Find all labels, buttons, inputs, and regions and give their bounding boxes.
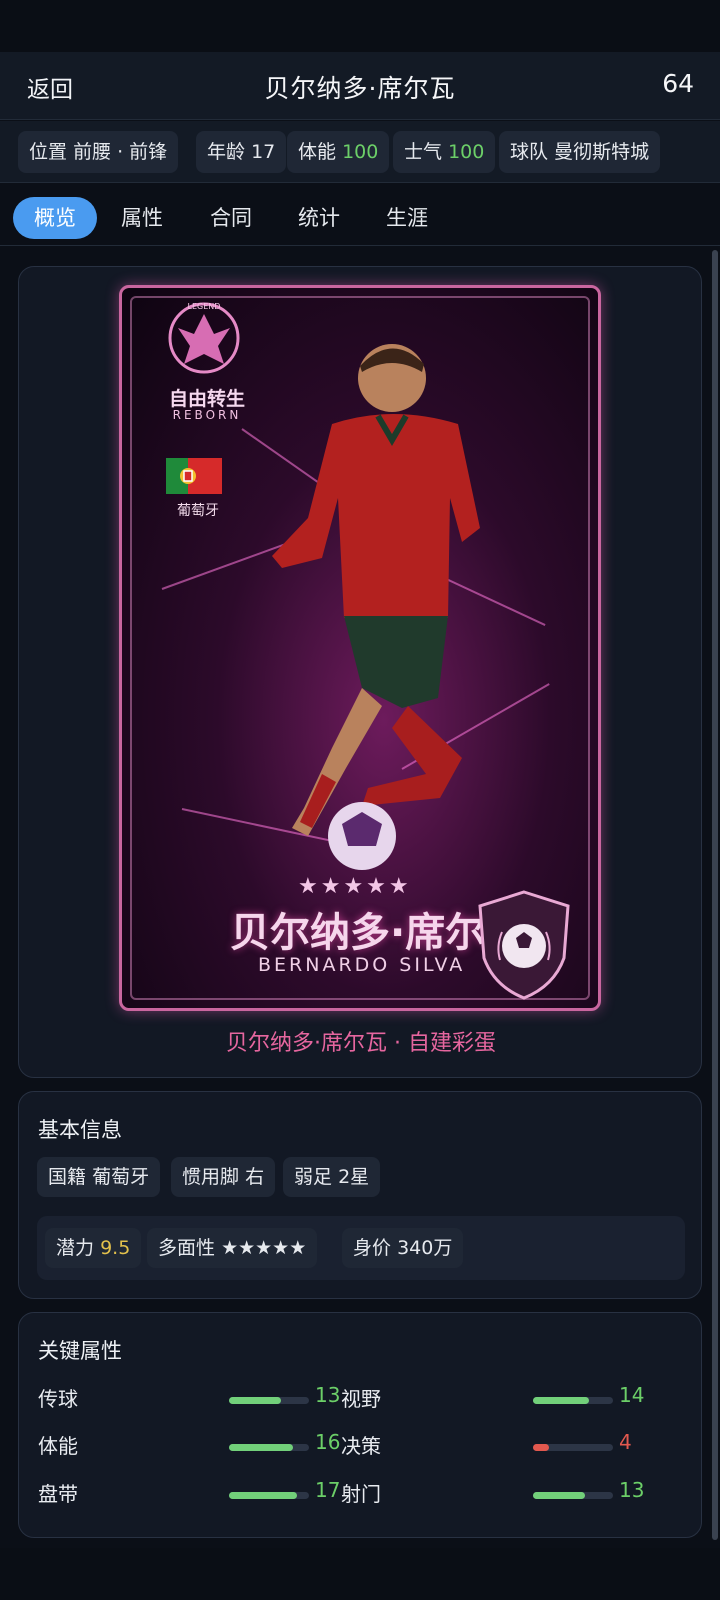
attr-label-dribbling: 盘带 [38,1482,78,1506]
nationality-value: 葡萄牙 [92,1166,150,1188]
player-card-panel: LEGEND 自由转生 REBORN 葡萄牙 ★★★★★ 贝尔纳多·席尔瓦 BE… [18,266,702,1078]
summary-chips: 位置 前腰 · 前锋 年龄 17 体能 100 士气 100 球队 曼彻斯特城 [0,121,720,183]
attr-label-passing: 传球 [38,1387,78,1411]
attr-bar-fill [229,1397,281,1404]
attr-value-shooting: 13 [619,1478,645,1502]
attr-label-decisions: 决策 [341,1434,381,1458]
preferred-foot-chip: 惯用脚 右 [171,1157,276,1197]
attr-value-passing: 13 [315,1383,341,1407]
bottom-area [0,1548,720,1600]
preferred-foot-value: 右 [245,1166,265,1188]
stamina-value: 100 [342,141,379,163]
attr-bar-passing [229,1397,309,1404]
key-attributes-panel: 关键属性 传球 13 视野 14 体能 16 决策 4 盘带 17 射门 13 [18,1312,702,1538]
player-card-image: LEGEND 自由转生 REBORN 葡萄牙 ★★★★★ 贝尔纳多·席尔瓦 BE… [119,285,601,1011]
attr-bar-fill [229,1444,293,1451]
nationality-chip: 国籍 葡萄牙 [37,1157,161,1197]
attr-bar-fill [533,1397,589,1404]
card-name-en: BERNARDO SILVA [258,954,466,976]
card-caption: 贝尔纳多·席尔瓦 · 自建彩蛋 [226,1031,496,1056]
attr-bar-vision [533,1397,613,1404]
attr-value-stamina: 16 [315,1430,341,1454]
attr-value-vision: 14 [619,1383,645,1407]
crest-tag: LEGEND [188,302,221,311]
key-attributes-title: 关键属性 [38,1339,122,1363]
overall-rating: 64 [662,69,694,98]
versatility-stars: ★★★★★ [221,1237,307,1259]
status-bar-area [0,0,720,52]
scrollbar[interactable] [712,250,718,1540]
market-value-label: 身价 [353,1237,392,1259]
attr-value-dribbling: 17 [315,1478,341,1502]
tab-stats[interactable]: 统计 [298,197,340,239]
attr-bar-stamina [229,1444,309,1451]
team-value: 曼彻斯特城 [554,141,650,163]
versatility-label: 多面性 [158,1237,216,1259]
stamina-label: 体能 [298,141,337,163]
versatility-chip: 多面性 ★★★★★ [147,1228,318,1268]
weak-foot-chip: 弱足 2星 [283,1157,381,1197]
position-value: 前腰 · 前锋 [73,141,168,163]
age-chip: 年龄 17 [196,131,287,173]
attr-bar-fill [533,1444,549,1451]
page-title: 贝尔纳多·席尔瓦 [264,74,456,103]
team-chip: 球队 曼彻斯特城 [499,131,661,173]
attr-bar-fill [533,1492,585,1499]
potential-label: 潜力 [56,1237,95,1259]
tab-overview[interactable]: 概览 [13,197,97,239]
age-value: 17 [251,141,276,163]
market-value-value: 340万 [397,1237,453,1259]
attr-value-decisions: 4 [619,1430,632,1454]
card-star-rating: ★★★★★ [298,874,412,899]
tab-career[interactable]: 生涯 [386,197,428,239]
age-label: 年龄 [207,141,246,163]
tab-contract[interactable]: 合同 [210,197,252,239]
basic-info-title: 基本信息 [38,1118,122,1142]
top-bar: 返回 贝尔纳多·席尔瓦 64 [0,52,720,120]
tab-bar: 概览 属性 合同 统计 生涯 [0,184,720,246]
basic-info-panel: 基本信息 国籍 葡萄牙 惯用脚 右 弱足 2星 潜力 9.5 多面性 ★★★★★… [18,1091,702,1299]
morale-label: 士气 [404,141,443,163]
attr-bar-decisions [533,1444,613,1451]
potential-value: 9.5 [100,1237,131,1259]
position-label: 位置 [29,141,68,163]
morale-value: 100 [448,141,485,163]
stamina-chip: 体能 100 [287,131,390,173]
tab-attributes[interactable]: 属性 [121,197,163,239]
attr-label-shooting: 射门 [341,1482,381,1506]
player-figure-icon [272,344,480,870]
rating-subpanel: 潜力 9.5 多面性 ★★★★★ 身价 340万 [37,1216,685,1280]
morale-chip: 士气 100 [393,131,496,173]
market-value-chip: 身价 340万 [342,1228,464,1268]
attr-bar-shooting [533,1492,613,1499]
football-badge-icon [478,890,570,1000]
position-chip: 位置 前腰 · 前锋 [18,131,179,173]
team-label: 球队 [510,141,549,163]
weak-foot-value: 2星 [338,1166,370,1188]
attr-bar-dribbling [229,1492,309,1499]
potential-chip: 潜力 9.5 [45,1228,142,1268]
attr-bar-fill [229,1492,297,1499]
attr-label-vision: 视野 [341,1387,381,1411]
preferred-foot-label: 惯用脚 [182,1166,240,1188]
nationality-label: 国籍 [48,1166,87,1188]
weak-foot-label: 弱足 [294,1166,333,1188]
attr-label-stamina: 体能 [38,1434,78,1458]
